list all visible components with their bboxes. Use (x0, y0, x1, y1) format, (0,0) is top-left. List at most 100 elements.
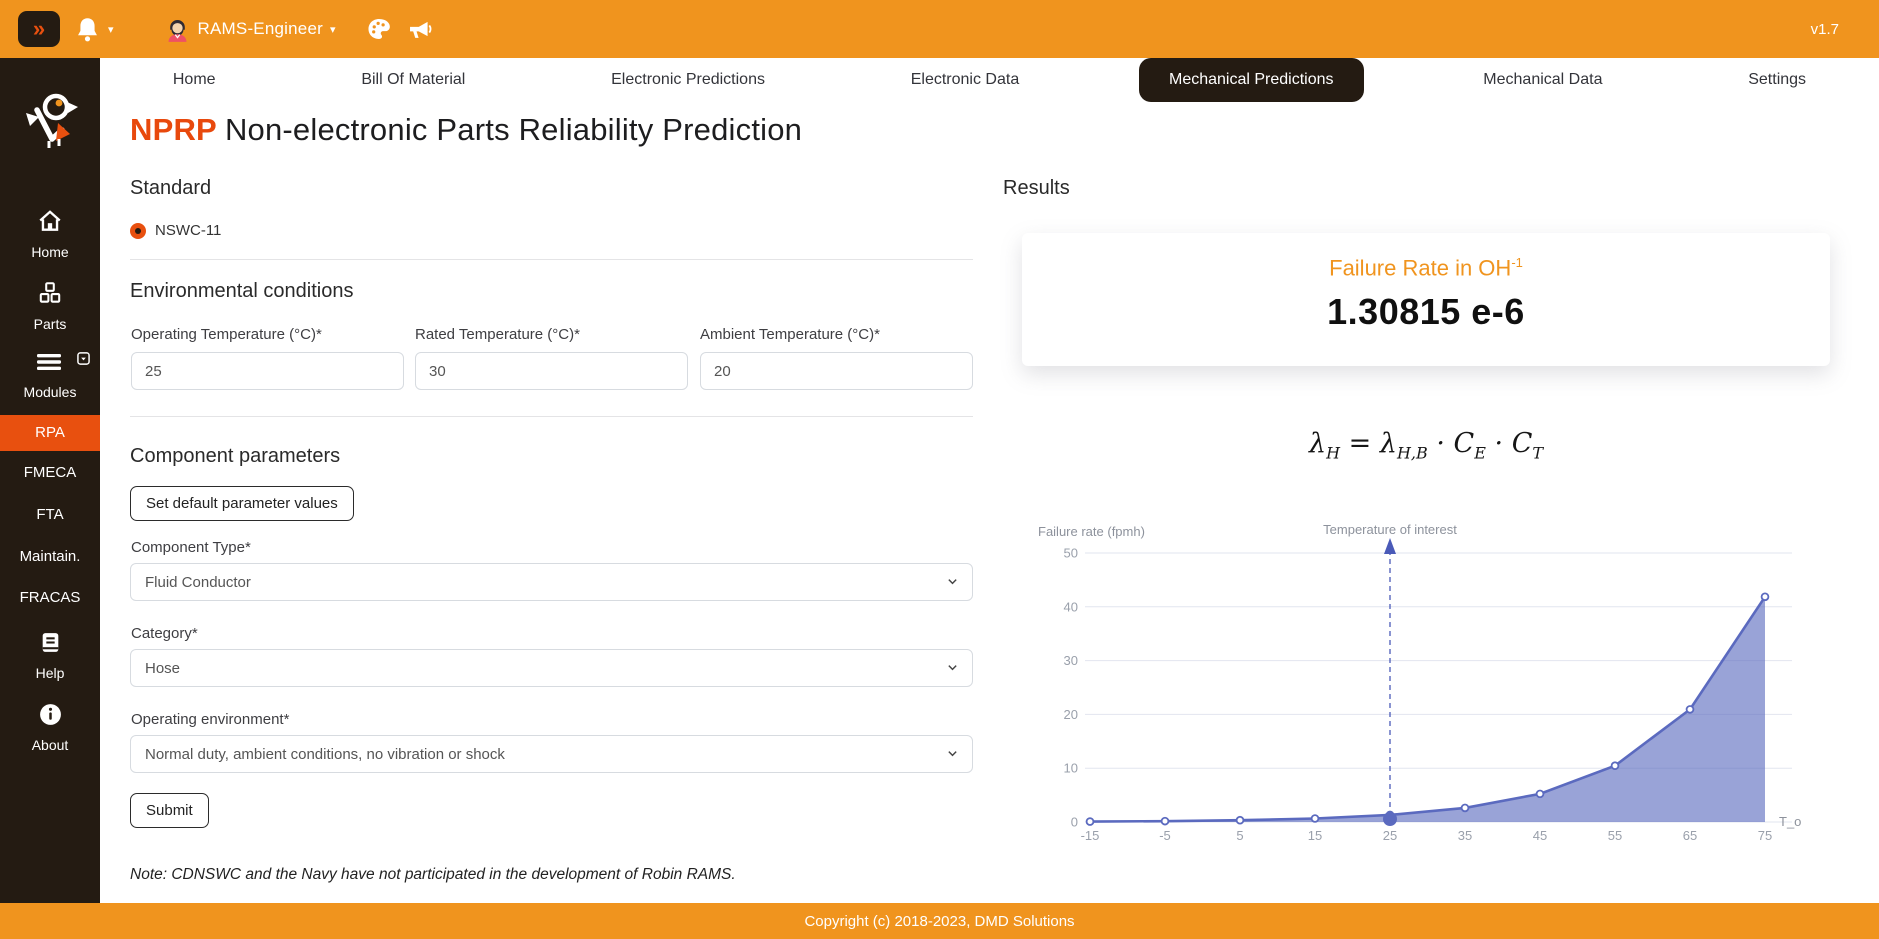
footer: Copyright (c) 2018-2023, DMD Solutions (0, 903, 1879, 939)
environmental-conditions-heading: Environmental conditions (130, 280, 353, 303)
operating-environment-label: Operating environment* (131, 711, 289, 728)
svg-text:55: 55 (1608, 828, 1622, 843)
megaphone-icon (407, 16, 434, 43)
palette-icon (366, 16, 393, 43)
operating-temperature-label: Operating Temperature (°C)* (131, 326, 322, 343)
svg-text:10: 10 (1064, 761, 1078, 776)
sidebar-item-label: Home (0, 244, 100, 260)
panel-caret-icon (77, 352, 90, 370)
sidebar-toggle-button[interactable]: » (18, 11, 60, 47)
rated-temperature-input[interactable] (415, 352, 688, 390)
page-title-abbr: NPRP (130, 112, 217, 147)
svg-text:45: 45 (1533, 828, 1547, 843)
cubes-icon (37, 293, 63, 310)
sidebar-item-fta[interactable]: FTA (0, 497, 100, 533)
sidebar-item-parts[interactable]: Parts (0, 280, 100, 332)
operating-environment-select[interactable]: Normal duty, ambient conditions, no vibr… (130, 735, 973, 773)
double-chevron-icon: » (33, 16, 45, 41)
standard-heading: Standard (130, 177, 211, 200)
failure-rate-chart: 01020304050-15-5515253545556575Failure r… (1030, 520, 1845, 855)
sidebar-item-label: Modules (0, 384, 100, 400)
category-label: Category* (131, 625, 198, 642)
ambient-temperature-input[interactable] (700, 352, 973, 390)
module-item-label: FTA (36, 506, 63, 523)
user-menu[interactable]: RAMS-Engineer ▾ (164, 16, 336, 43)
submit-button[interactable]: Submit (130, 793, 209, 828)
tab-settings[interactable]: Settings (1722, 58, 1832, 102)
svg-text:75: 75 (1758, 828, 1772, 843)
caret-down-icon: ▾ (330, 23, 336, 36)
results-heading: Results (1003, 177, 1070, 200)
tab-bill-of-material[interactable]: Bill Of Material (335, 58, 491, 102)
svg-text:35: 35 (1458, 828, 1472, 843)
chevron-down-icon (947, 746, 958, 763)
select-value: Normal duty, ambient conditions, no vibr… (145, 746, 947, 763)
module-item-label: Maintain. (20, 548, 81, 565)
rated-temperature-label: Rated Temperature (°C)* (415, 326, 580, 343)
radio-selected-icon (130, 223, 146, 239)
radio-label: NSWC-11 (155, 222, 221, 239)
tab-electronic-data[interactable]: Electronic Data (885, 58, 1046, 102)
failure-rate-title: Failure Rate in OH-1 (1022, 255, 1830, 281)
sidebar-item-fracas[interactable]: FRACAS (0, 580, 100, 616)
sidebar-item-maintain[interactable]: Maintain. (0, 539, 100, 575)
select-value: Hose (145, 660, 947, 677)
disclaimer-note: Note: CDNSWC and the Navy have not parti… (130, 866, 736, 884)
ambient-temperature-label: Ambient Temperature (°C)* (700, 326, 880, 343)
module-item-label: FMECA (24, 464, 77, 481)
copyright-text: Copyright (c) 2018-2023, DMD Solutions (804, 913, 1074, 930)
hamburger-icon (35, 361, 65, 378)
sidebar-item-home[interactable]: Home (0, 208, 100, 260)
tab-electronic-predictions[interactable]: Electronic Predictions (585, 58, 791, 102)
component-type-select[interactable]: Fluid Conductor (130, 563, 973, 601)
module-item-label: RPA (35, 424, 65, 441)
notifications-menu[interactable]: ▾ (74, 16, 114, 43)
svg-text:15: 15 (1308, 828, 1322, 843)
superscript: -1 (1511, 255, 1523, 270)
robin-logo[interactable] (18, 86, 82, 154)
svg-text:-5: -5 (1159, 828, 1171, 843)
app-version: v1.7 (1811, 21, 1839, 38)
announcements-button[interactable] (407, 16, 434, 43)
svg-text:-15: -15 (1081, 828, 1100, 843)
sidebar-item-modules[interactable]: Modules (0, 350, 100, 400)
module-item-label: FRACAS (20, 589, 81, 606)
svg-text:50: 50 (1064, 546, 1078, 561)
svg-text:30: 30 (1064, 653, 1078, 668)
tab-mechanical-data[interactable]: Mechanical Data (1457, 58, 1628, 102)
select-value: Fluid Conductor (145, 574, 947, 591)
divider (130, 259, 973, 260)
book-icon (38, 642, 63, 659)
sidebar-item-help[interactable]: Help (0, 630, 100, 681)
sidebar-item-rpa[interactable]: RPA (0, 415, 100, 451)
svg-text:20: 20 (1064, 707, 1078, 722)
svg-text:65: 65 (1683, 828, 1697, 843)
divider (130, 416, 973, 417)
chart-canvas: 01020304050-15-5515253545556575Failure r… (1030, 520, 1845, 855)
bell-icon (74, 16, 101, 43)
tab-mechanical-predictions[interactable]: Mechanical Predictions (1139, 58, 1364, 102)
svg-text:40: 40 (1064, 599, 1078, 614)
sidebar-item-fmeca[interactable]: FMECA (0, 455, 100, 491)
svg-text:5: 5 (1236, 828, 1243, 843)
set-default-parameters-button[interactable]: Set default parameter values (130, 486, 354, 521)
operating-temperature-input[interactable] (131, 352, 404, 390)
svg-text:Failure rate (fpmh): Failure rate (fpmh) (1038, 524, 1145, 539)
sidebar-item-label: About (0, 737, 100, 753)
theme-button[interactable] (366, 16, 393, 43)
svg-text:T_o: T_o (1779, 814, 1801, 829)
caret-down-icon: ▾ (108, 23, 114, 36)
category-select[interactable]: Hose (130, 649, 973, 687)
avatar (164, 16, 191, 43)
sidebar-item-about[interactable]: About (0, 702, 100, 753)
top-bar: » ▾ RAMS-Engineer ▾ (0, 0, 1879, 58)
home-icon (37, 221, 63, 238)
tab-home[interactable]: Home (147, 58, 242, 102)
chevron-down-icon (947, 574, 958, 591)
standard-radio-nswc11[interactable]: NSWC-11 (130, 222, 221, 239)
username: RAMS-Engineer (198, 19, 323, 39)
svg-text:25: 25 (1383, 828, 1397, 843)
sidebar: Home Parts Modules RPA FMECA FTA Maintai… (0, 58, 100, 903)
page-title: NPRPNon-electronic Parts Reliability Pre… (130, 112, 802, 148)
info-icon (38, 714, 63, 731)
